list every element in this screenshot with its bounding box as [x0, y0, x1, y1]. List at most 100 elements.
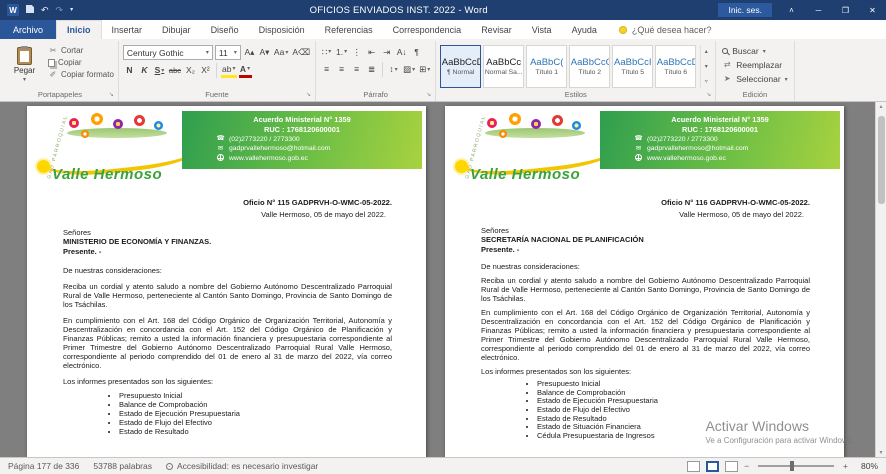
- accessibility-label: Accesibilidad: es necesario investigar: [177, 461, 318, 471]
- underline-icon[interactable]: S▾: [153, 64, 166, 78]
- flower-icon: [154, 121, 163, 130]
- style-preview: AaBbCcDc: [657, 57, 695, 68]
- shading-icon[interactable]: ▨▾: [402, 63, 416, 77]
- styles-dialog-launcher-icon[interactable]: ↘: [706, 92, 711, 98]
- borders-icon[interactable]: ⊞▾: [418, 63, 431, 77]
- italic-icon[interactable]: K: [138, 64, 151, 78]
- multilevel-list-icon[interactable]: ⋮: [350, 45, 363, 59]
- align-center-icon[interactable]: ≡: [335, 63, 348, 77]
- sign-in-button[interactable]: Inic. ses.: [718, 3, 772, 17]
- shrink-font-icon[interactable]: A▾: [258, 46, 271, 60]
- styles-more-icon[interactable]: ▿: [705, 78, 708, 85]
- accessibility-status[interactable]: Accesibilidad: es necesario investigar: [166, 461, 318, 471]
- font-name-value: Century Gothic: [127, 48, 184, 58]
- font-name-select[interactable]: Century Gothic▾: [123, 45, 213, 60]
- tab-referencias[interactable]: Referencias: [315, 20, 383, 39]
- subscript-icon[interactable]: X₂: [184, 64, 197, 78]
- show-marks-icon[interactable]: ¶: [410, 45, 423, 59]
- paste-button[interactable]: Pegar ▾: [6, 42, 43, 88]
- clear-format-icon[interactable]: A⌫: [291, 46, 311, 60]
- restore-icon[interactable]: ❐: [832, 0, 859, 20]
- cut-button[interactable]: ✂Cortar: [48, 46, 114, 55]
- grow-font-icon[interactable]: A▴: [243, 46, 256, 60]
- page-2[interactable]: GAD PARROQUIAL Valle Hermoso Acuerdo: [445, 106, 844, 457]
- style-titulo-1[interactable]: AaBbC( Título 1: [526, 45, 567, 88]
- print-layout-icon[interactable]: [706, 461, 719, 472]
- highlight-glyph: ab: [222, 65, 231, 74]
- zoom-percentage[interactable]: 80%: [854, 461, 878, 471]
- paragraph-dialog-launcher-icon[interactable]: ↘: [426, 92, 431, 98]
- align-left-icon[interactable]: ≡: [320, 63, 333, 77]
- bullet-list-icon[interactable]: ∷▾: [320, 45, 333, 59]
- select-button[interactable]: ➤Seleccionar▾: [722, 74, 787, 84]
- font-dialog-launcher-icon[interactable]: ↘: [306, 92, 311, 98]
- paragraph-group-label: Párrafo: [363, 90, 388, 99]
- format-painter-button[interactable]: ✐Copiar formato: [48, 70, 114, 79]
- font-size-select[interactable]: 11▾: [215, 45, 241, 60]
- clipboard-dialog-launcher-icon[interactable]: ↘: [109, 92, 114, 98]
- redo-icon[interactable]: ↷: [56, 6, 64, 15]
- change-case-icon[interactable]: Aa▾: [273, 46, 289, 60]
- close-icon[interactable]: ✕: [859, 0, 886, 20]
- sort-icon[interactable]: A↓: [395, 45, 408, 59]
- zoom-in-icon[interactable]: +: [843, 461, 848, 471]
- styles-scroll-down-icon[interactable]: ▾: [705, 63, 708, 70]
- page-indicator[interactable]: Página 177 de 336: [8, 461, 79, 471]
- increase-indent-icon[interactable]: ⇥: [380, 45, 393, 59]
- find-button[interactable]: Buscar▾: [722, 46, 787, 56]
- decrease-indent-icon[interactable]: ⇤: [365, 45, 378, 59]
- bold-icon[interactable]: N: [123, 64, 136, 78]
- save-icon[interactable]: [26, 5, 34, 15]
- page-1[interactable]: GAD PARROQUIAL Valle Hermoso Acuerdo: [27, 106, 426, 457]
- styles-scroll-up-icon[interactable]: ▴: [705, 48, 708, 55]
- tab-ayuda[interactable]: Ayuda: [562, 20, 607, 39]
- undo-icon[interactable]: ↶: [41, 6, 49, 15]
- minimize-icon[interactable]: ─: [805, 0, 832, 20]
- word-count[interactable]: 53788 palabras: [93, 461, 152, 471]
- bullet-caret-icon: ▾: [328, 49, 331, 55]
- greeting: De nuestras consideraciones:: [63, 266, 392, 275]
- group-editing: Buscar▾ ⇄Reemplazar ➤Seleccionar▾ Edició…: [716, 41, 794, 101]
- replace-button[interactable]: ⇄Reemplazar: [722, 60, 787, 70]
- web-layout-icon[interactable]: [725, 461, 738, 472]
- zoom-out-icon[interactable]: −: [744, 461, 749, 471]
- vertical-scrollbar[interactable]: ▴ ▾: [875, 102, 886, 457]
- style-normal[interactable]: AaBbCcD ¶ Normal: [440, 45, 481, 88]
- globe-icon: [217, 154, 224, 161]
- tab-diseno[interactable]: Diseño: [201, 20, 249, 39]
- tab-revisar[interactable]: Revisar: [471, 20, 522, 39]
- style-preview: AaBbCcC: [571, 57, 609, 68]
- tab-archivo[interactable]: Archivo: [0, 20, 56, 39]
- scroll-down-icon[interactable]: ▾: [879, 449, 882, 456]
- style-titulo-6[interactable]: AaBbCcDc Título 6: [655, 45, 696, 88]
- style-titulo-2[interactable]: AaBbCcC Título 2: [569, 45, 610, 88]
- tab-vista[interactable]: Vista: [522, 20, 562, 39]
- superscript-icon[interactable]: X²: [199, 64, 212, 78]
- qat-customize-icon[interactable]: ▾: [70, 7, 73, 13]
- tab-inicio[interactable]: Inicio: [56, 20, 102, 39]
- align-right-icon[interactable]: ≡: [350, 63, 363, 77]
- copy-button[interactable]: Copiar: [48, 58, 114, 67]
- tab-insertar[interactable]: Insertar: [102, 20, 153, 39]
- tab-dibujar[interactable]: Dibujar: [152, 20, 201, 39]
- style-normal-sa[interactable]: AaBbCc Normal Sa...: [483, 45, 524, 88]
- justify-icon[interactable]: ≣: [365, 63, 378, 77]
- zoom-slider-thumb[interactable]: [790, 461, 794, 471]
- ribbon-options-icon[interactable]: ˄: [778, 0, 805, 20]
- read-mode-icon[interactable]: [687, 461, 700, 472]
- strikethrough-icon[interactable]: abc: [168, 64, 182, 78]
- tell-me-search[interactable]: ¿Qué desea hacer?: [607, 20, 724, 39]
- clipboard-mini-buttons: ✂Cortar Copiar ✐Copiar formato: [43, 42, 114, 88]
- style-titulo-5[interactable]: AaBbCcI Título 5: [612, 45, 653, 88]
- font-color-icon[interactable]: A▾: [239, 64, 252, 78]
- zoom-slider[interactable]: [758, 465, 834, 467]
- tab-disposicion[interactable]: Disposición: [249, 20, 315, 39]
- tab-correspondencia[interactable]: Correspondencia: [383, 20, 472, 39]
- numbered-list-icon[interactable]: 1.▾: [335, 45, 348, 59]
- highlight-color-icon[interactable]: ab▾: [221, 64, 236, 78]
- clipboard-group-label: Portapapeles: [38, 90, 82, 99]
- scroll-up-icon[interactable]: ▴: [879, 103, 882, 110]
- scrollbar-thumb[interactable]: [878, 116, 885, 204]
- line-spacing-icon[interactable]: ↕▾: [387, 63, 400, 77]
- find-caret-icon: ▾: [763, 48, 766, 55]
